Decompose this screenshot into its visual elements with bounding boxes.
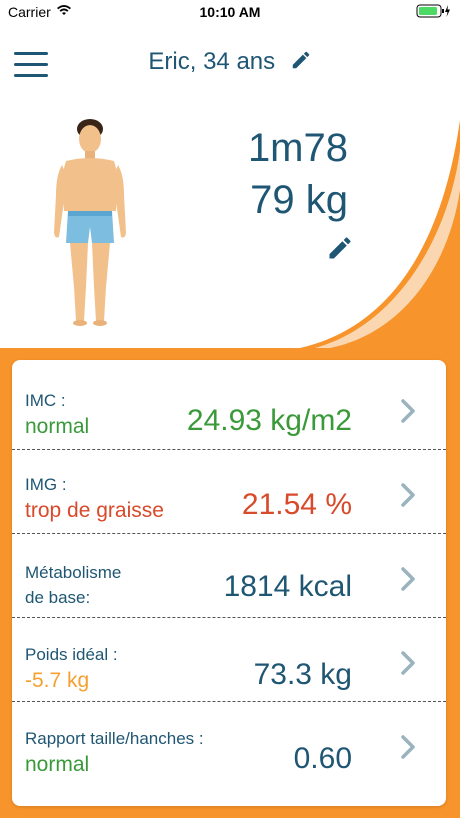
row-label-line2: de base: [25,588,91,607]
status-bar: Carrier 10:10 AM [0,0,460,24]
battery-icon [416,4,452,21]
row-status: trop de graisse [25,499,164,522]
row-label: IMG : [25,475,67,494]
row-value: 73.3 kg [253,658,352,691]
row-label: IMC : [25,391,66,410]
navigation-bar: Eric, 34 ans [0,38,460,92]
row-value: 21.54 % [241,488,352,521]
result-row-metabolism[interactable]: Métabolisme de base: 1814 kcal [12,534,446,618]
results-card: IMC : normal 24.93 kg/m2 IMG : trop de g… [12,360,446,806]
edit-measures-button[interactable] [326,234,354,267]
result-row-waist-hip-ratio[interactable]: Rapport taille/hanches : normal 0.60 [12,702,446,786]
row-label: Rapport taille/hanches : [25,729,204,748]
body-avatar [54,119,126,326]
chevron-right-icon [401,399,415,423]
chevron-right-icon [401,651,415,675]
row-label: Métabolisme [25,563,122,582]
row-value: 1814 kcal [223,570,352,603]
profile-title: Eric, 34 ans [148,48,276,75]
row-status: normal [25,753,90,776]
row-value: 0.60 [293,742,352,775]
status-time: 10:10 AM [199,4,261,20]
result-row-img[interactable]: IMG : trop de graisse 21.54 % [12,450,446,534]
pencil-icon [329,237,351,259]
row-status: -5.7 kg [25,669,90,692]
pencil-icon [292,51,309,68]
result-row-ideal-weight[interactable]: Poids idéal : -5.7 kg 73.3 kg [12,618,446,702]
edit-profile-button[interactable] [290,49,312,76]
row-label: Poids idéal : [25,645,118,664]
chevron-right-icon [401,483,415,507]
height-value: 1m78 [247,126,348,170]
row-value: 24.93 kg/m2 [186,404,352,437]
result-row-imc[interactable]: IMC : normal 24.93 kg/m2 [12,366,446,450]
weight-value: 79 kg [250,178,348,222]
chevron-right-icon [401,735,415,759]
row-status: normal [25,415,90,438]
title-container: Eric, 34 ans [0,48,460,76]
chevron-right-icon [401,567,415,591]
